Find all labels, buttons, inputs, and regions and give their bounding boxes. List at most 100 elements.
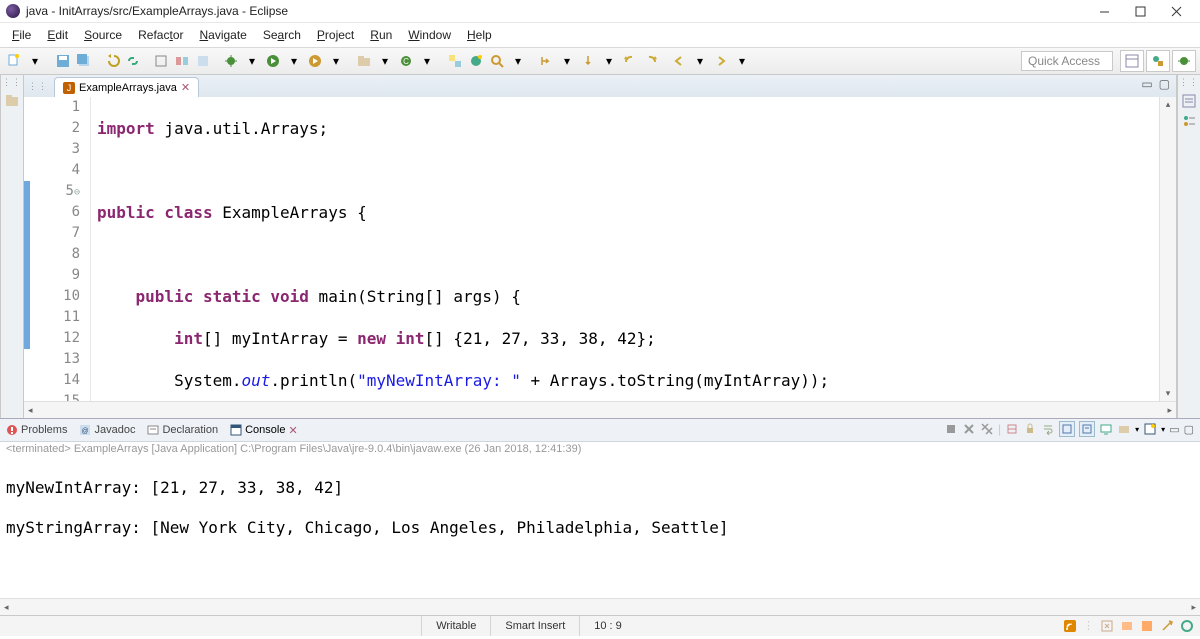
minimize-panel-icon[interactable]: ▭	[1169, 423, 1179, 436]
step-icon-2[interactable]	[578, 51, 598, 71]
debug-button[interactable]	[221, 51, 241, 71]
maximize-button[interactable]	[1122, 0, 1158, 22]
coverage-button[interactable]	[305, 51, 325, 71]
new-class-icon[interactable]: C	[396, 51, 416, 71]
nav-fwd-icon[interactable]	[641, 51, 661, 71]
tab-declaration[interactable]: Declaration	[147, 424, 218, 436]
java-perspective-icon[interactable]	[1146, 50, 1170, 72]
console-show-std-icon[interactable]	[1079, 421, 1095, 437]
status-sync-icon[interactable]	[1140, 619, 1154, 633]
drag-handle-icon[interactable]: ⋮⋮	[2, 77, 22, 88]
nav-back-icon[interactable]	[620, 51, 640, 71]
undo-icon[interactable]	[102, 51, 122, 71]
status-bar: Writable Smart Insert 10 : 9 ⋮	[0, 615, 1200, 636]
java-file-icon: J	[63, 82, 75, 94]
tab-console[interactable]: Console ✕	[230, 424, 298, 437]
debug-dropdown-icon[interactable]: ▾	[242, 51, 262, 71]
status-gc-icon[interactable]	[1180, 619, 1194, 633]
step-icon-1[interactable]	[536, 51, 556, 71]
menu-file[interactable]: File	[4, 25, 39, 45]
console-word-wrap-icon[interactable]	[1041, 422, 1055, 436]
tab-close-icon[interactable]: ✕	[181, 81, 190, 94]
maximize-view-icon[interactable]: ▢	[1159, 77, 1170, 91]
menu-run[interactable]: Run	[362, 25, 400, 45]
new-button[interactable]	[4, 51, 24, 71]
link-icon[interactable]	[123, 51, 143, 71]
workbench-body: ⋮⋮ ⋮⋮ J ExampleArrays.java ✕ ▭ ▢ 1 2 3 4…	[0, 75, 1200, 418]
code-editor[interactable]: 1 2 3 4 5⊖ 6 7 8 9 10 11 12 13 14 15 imp…	[24, 97, 1176, 401]
console-remove-icon[interactable]	[962, 422, 976, 436]
status-build-icon[interactable]	[1160, 619, 1174, 633]
new-package-dropdown-icon[interactable]: ▾	[375, 51, 395, 71]
fwd-dropdown[interactable]: ▾	[732, 51, 752, 71]
console-open-icon[interactable]	[1117, 422, 1131, 436]
menu-search[interactable]: Search	[255, 25, 309, 45]
new-dropdown-icon[interactable]: ▾	[25, 51, 45, 71]
left-view-stack: ⋮⋮	[0, 75, 24, 418]
open-type-icon[interactable]	[445, 51, 465, 71]
quick-access-input[interactable]: Quick Access	[1021, 51, 1113, 71]
step-dropdown-2[interactable]: ▾	[599, 51, 619, 71]
debug-perspective-icon[interactable]	[1172, 50, 1196, 72]
back-history-icon[interactable]	[669, 51, 689, 71]
tool-icon-b[interactable]	[172, 51, 192, 71]
outline-icon[interactable]	[1182, 114, 1196, 128]
save-button[interactable]	[53, 51, 73, 71]
code-text[interactable]: import java.util.Arrays; public class Ex…	[91, 97, 1159, 401]
task-list-icon[interactable]	[1182, 94, 1196, 108]
console-horizontal-scrollbar[interactable]: ◂▸	[0, 598, 1200, 615]
console-terminate-icon[interactable]	[944, 422, 958, 436]
tab-javadoc[interactable]: @ Javadoc	[79, 424, 135, 436]
console-new-dropdown-icon[interactable]: ▾	[1161, 425, 1165, 434]
new-java-icon[interactable]	[466, 51, 486, 71]
step-dropdown-1[interactable]: ▾	[557, 51, 577, 71]
menu-help[interactable]: Help	[459, 25, 500, 45]
editor-horizontal-scrollbar[interactable]: ◂▸	[24, 401, 1176, 418]
fwd-history-icon[interactable]	[711, 51, 731, 71]
status-updates-icon[interactable]	[1063, 619, 1077, 633]
menu-window[interactable]: Window	[400, 25, 459, 45]
console-clear-icon[interactable]	[1005, 422, 1019, 436]
tab-drag-handle-icon[interactable]: ⋮⋮	[28, 81, 48, 92]
coverage-dropdown-icon[interactable]: ▾	[326, 51, 346, 71]
menu-refactor[interactable]: Refactor	[130, 25, 191, 45]
tool-icon-a[interactable]	[151, 51, 171, 71]
new-class-dropdown-icon[interactable]: ▾	[417, 51, 437, 71]
drag-handle-icon[interactable]: ⋮⋮	[1179, 77, 1199, 88]
console-scroll-lock-icon[interactable]	[1023, 422, 1037, 436]
menu-source[interactable]: Source	[76, 25, 130, 45]
search-dropdown-icon[interactable]: ▾	[508, 51, 528, 71]
open-perspective-icon[interactable]	[1120, 50, 1144, 72]
editor-tab[interactable]: J ExampleArrays.java ✕	[54, 77, 199, 97]
window-title: java - InitArrays/src/ExampleArrays.java…	[26, 4, 1086, 18]
status-insert-mode: Smart Insert	[490, 616, 579, 636]
run-dropdown-icon[interactable]: ▾	[284, 51, 304, 71]
editor-vertical-scrollbar[interactable]: ▴▾	[1159, 97, 1176, 401]
console-new-icon[interactable]	[1143, 422, 1157, 436]
console-open-dropdown-icon[interactable]: ▾	[1135, 425, 1139, 434]
perspective-switcher	[1120, 50, 1196, 72]
console-remove-all-icon[interactable]	[980, 422, 994, 436]
package-explorer-icon[interactable]	[5, 94, 19, 108]
run-button[interactable]	[263, 51, 283, 71]
status-overview-icon[interactable]	[1120, 619, 1134, 633]
save-all-button[interactable]	[74, 51, 94, 71]
tool-icon-c[interactable]	[193, 51, 213, 71]
menu-project[interactable]: Project	[309, 25, 362, 45]
status-tip-icon[interactable]	[1100, 619, 1114, 633]
console-display-icon[interactable]	[1099, 422, 1113, 436]
search-tool-icon[interactable]	[487, 51, 507, 71]
back-dropdown[interactable]: ▾	[690, 51, 710, 71]
minimize-view-icon[interactable]: ▭	[1141, 77, 1152, 91]
maximize-panel-icon[interactable]: ▢	[1184, 423, 1194, 436]
close-button[interactable]	[1158, 0, 1194, 22]
tab-problems[interactable]: Problems	[6, 424, 67, 436]
console-output[interactable]: myNewIntArray: [21, 27, 33, 38, 42] mySt…	[0, 456, 1200, 598]
titlebar: java - InitArrays/src/ExampleArrays.java…	[0, 0, 1200, 23]
new-package-icon[interactable]	[354, 51, 374, 71]
menu-navigate[interactable]: Navigate	[191, 25, 254, 45]
console-pin-icon[interactable]	[1059, 421, 1075, 437]
menu-edit[interactable]: Edit	[39, 25, 76, 45]
tab-close-icon[interactable]: ✕	[288, 424, 297, 437]
minimize-button[interactable]	[1086, 0, 1122, 22]
